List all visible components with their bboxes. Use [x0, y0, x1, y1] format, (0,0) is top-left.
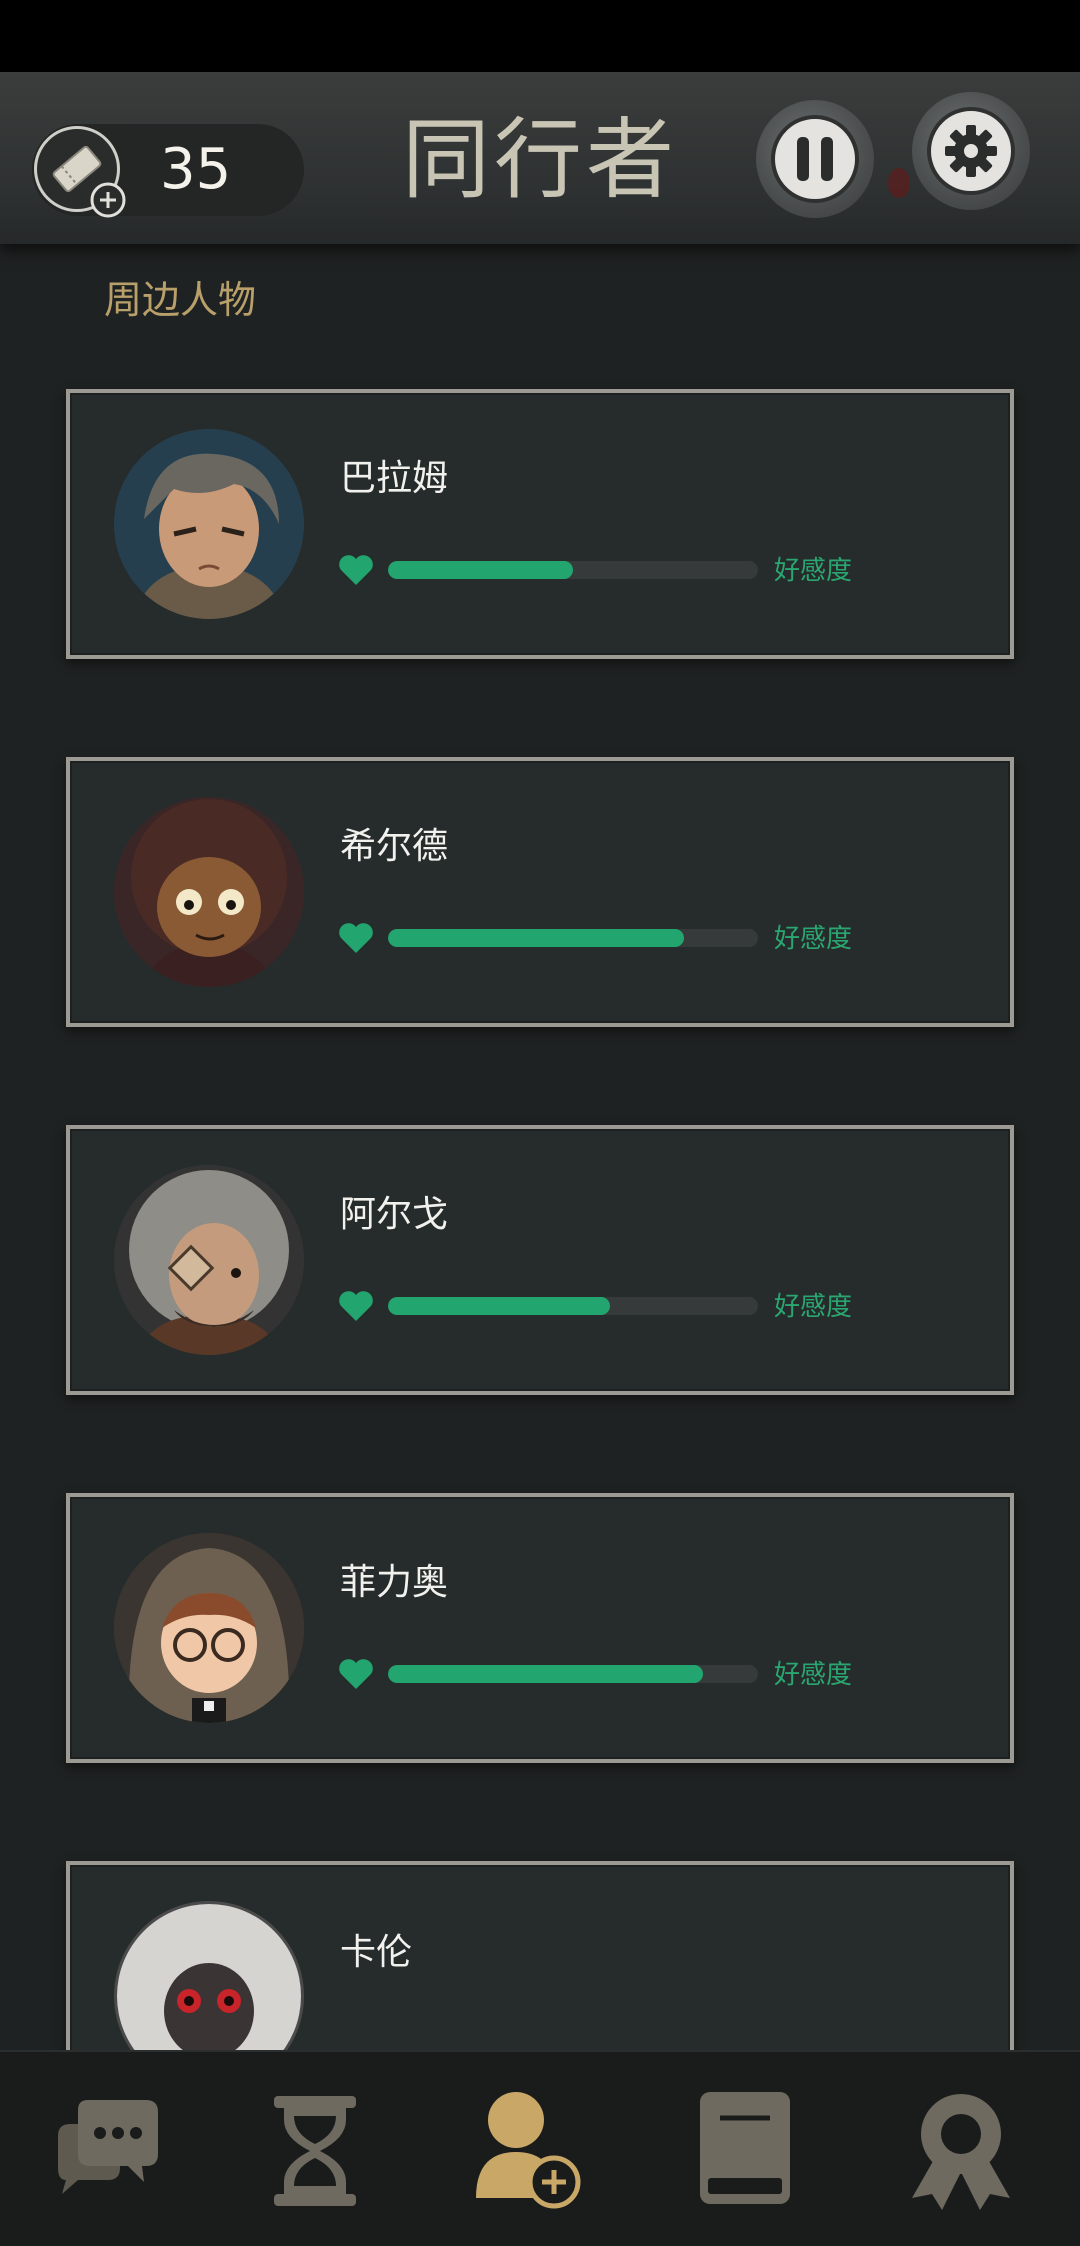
- settings-button[interactable]: [912, 92, 1030, 210]
- avatar: [114, 1165, 304, 1355]
- heart-icon: [339, 1291, 373, 1321]
- affinity-bar: [388, 561, 758, 579]
- avatar: [114, 429, 304, 619]
- heart-icon: [339, 923, 373, 953]
- companion-card[interactable]: 阿尔戈 好感度: [66, 1125, 1014, 1395]
- companion-name: 巴拉姆: [340, 458, 449, 499]
- blood-stain: [888, 168, 910, 198]
- heart-icon: [339, 1659, 373, 1689]
- nav-companions-tab[interactable]: [470, 2086, 600, 2216]
- chat-bubbles-icon: [58, 2100, 158, 2194]
- award-ribbon-icon: [912, 2094, 1010, 2210]
- affinity-bar: [388, 1665, 758, 1683]
- avatar: [114, 797, 304, 987]
- ticket-count: 35: [160, 137, 232, 202]
- nav-journal-tab[interactable]: [678, 2086, 808, 2216]
- affinity-bar: [388, 929, 758, 947]
- affinity-label: 好感度: [774, 924, 853, 954]
- pause-icon: [797, 137, 833, 181]
- gear-icon: [945, 125, 997, 177]
- companion-name: 阿尔戈: [340, 1194, 449, 1235]
- nav-achievements-tab[interactable]: [896, 2086, 1026, 2216]
- affinity-label: 好感度: [774, 1292, 853, 1322]
- status-bar: [0, 0, 1080, 72]
- companion-name: 卡伦: [340, 1932, 413, 1973]
- nav-chat-tab[interactable]: [38, 2086, 168, 2216]
- affinity-bar-fill: [388, 929, 684, 947]
- hourglass-icon: [274, 2096, 356, 2206]
- affinity-label: 好感度: [774, 1660, 853, 1690]
- companion-card[interactable]: 巴拉姆 好感度: [66, 389, 1014, 659]
- plus-badge-icon: [90, 182, 126, 218]
- ticket-icon[interactable]: [34, 126, 126, 218]
- pause-button[interactable]: [756, 100, 874, 218]
- companion-card[interactable]: 希尔德 好感度: [66, 757, 1014, 1027]
- heart-icon: [339, 555, 373, 585]
- affinity-bar-fill: [388, 561, 573, 579]
- companion-name: 菲力奥: [340, 1562, 449, 1603]
- section-label: 周边人物: [104, 278, 257, 322]
- companion-name: 希尔德: [340, 826, 449, 867]
- page-title: 同行者: [401, 108, 678, 211]
- nav-time-tab[interactable]: [250, 2086, 380, 2216]
- add-person-icon: [476, 2092, 581, 2209]
- affinity-bar-fill: [388, 1297, 610, 1315]
- affinity-label: 好感度: [774, 556, 853, 586]
- affinity-bar: [388, 1297, 758, 1315]
- book-icon: [700, 2092, 790, 2204]
- avatar: [114, 1533, 304, 1723]
- companion-card[interactable]: 菲力奥 好感度: [66, 1493, 1014, 1763]
- affinity-bar-fill: [388, 1665, 703, 1683]
